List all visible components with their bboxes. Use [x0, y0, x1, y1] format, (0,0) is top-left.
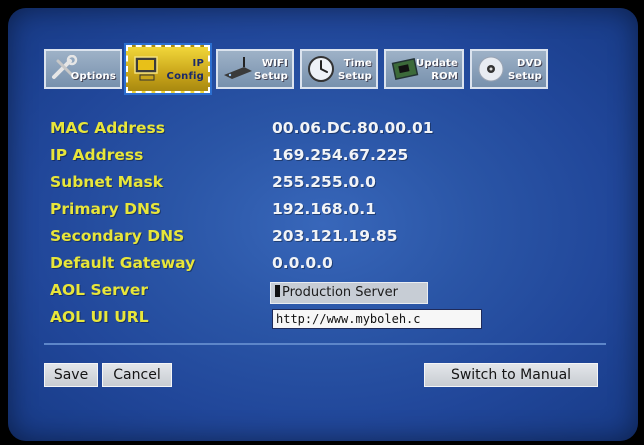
aol-ui-url-input[interactable]: http://www.myboleh.c	[272, 309, 482, 329]
clock-icon	[308, 56, 334, 82]
tab-ip-config-line1: IP	[192, 58, 204, 69]
tab-update-line2: ROM	[431, 71, 458, 82]
select-marker-icon	[275, 285, 280, 297]
primary-dns-label: Primary DNS	[50, 200, 162, 218]
switch-to-manual-button[interactable]: Switch to Manual	[424, 363, 598, 387]
default-gateway-value: 0.0.0.0	[272, 254, 333, 272]
mac-address-value: 00.06.DC.80.00.01	[272, 119, 434, 137]
save-button[interactable]: Save	[44, 363, 98, 387]
ip-address-label: IP Address	[50, 146, 144, 164]
disc-icon	[478, 56, 504, 82]
subnet-mask-label: Subnet Mask	[50, 173, 164, 191]
tab-ip-config-line2: Config	[166, 71, 204, 82]
tab-time-setup[interactable]: Time Setup	[300, 49, 378, 89]
secondary-dns-label: Secondary DNS	[50, 227, 185, 245]
tab-wifi-line2: Setup	[253, 71, 288, 82]
tab-wifi-setup[interactable]: WIFI Setup	[216, 49, 294, 89]
tab-time-line2: Setup	[337, 71, 372, 82]
tab-time-line1: Time	[343, 58, 372, 69]
aol-server-select[interactable]: Production Server	[270, 282, 428, 304]
tab-dvd-line2: Setup	[507, 71, 542, 82]
aol-server-label: AOL Server	[50, 281, 149, 299]
secondary-dns-value: 203.121.19.85	[272, 227, 398, 245]
tab-options-label: Options	[70, 71, 116, 82]
aol-server-value: Production Server	[282, 285, 398, 300]
ip-address-value: 169.254.67.225	[272, 146, 409, 164]
divider	[44, 343, 606, 345]
tab-wifi-line1: WIFI	[261, 58, 288, 69]
tab-dvd-setup[interactable]: DVD Setup	[470, 49, 548, 89]
primary-dns-value: 192.168.0.1	[272, 200, 376, 218]
router-icon	[224, 57, 252, 79]
subnet-mask-value: 255.255.0.0	[272, 173, 376, 191]
computer-icon	[134, 56, 158, 81]
tab-options[interactable]: Options	[44, 49, 122, 89]
mac-address-label: MAC Address	[50, 119, 165, 137]
aol-ui-url-label: AOL UI URL	[50, 308, 149, 326]
settings-screen: Options IP Config WIFI Setup Time Setup …	[8, 8, 638, 441]
tab-update-rom[interactable]: Update ROM	[384, 49, 464, 89]
default-gateway-label: Default Gateway	[50, 254, 196, 272]
tab-update-line1: Update	[416, 58, 458, 69]
tab-ip-config[interactable]: IP Config	[124, 43, 212, 95]
tab-dvd-line1: DVD	[517, 58, 542, 69]
cancel-button[interactable]: Cancel	[102, 363, 172, 387]
